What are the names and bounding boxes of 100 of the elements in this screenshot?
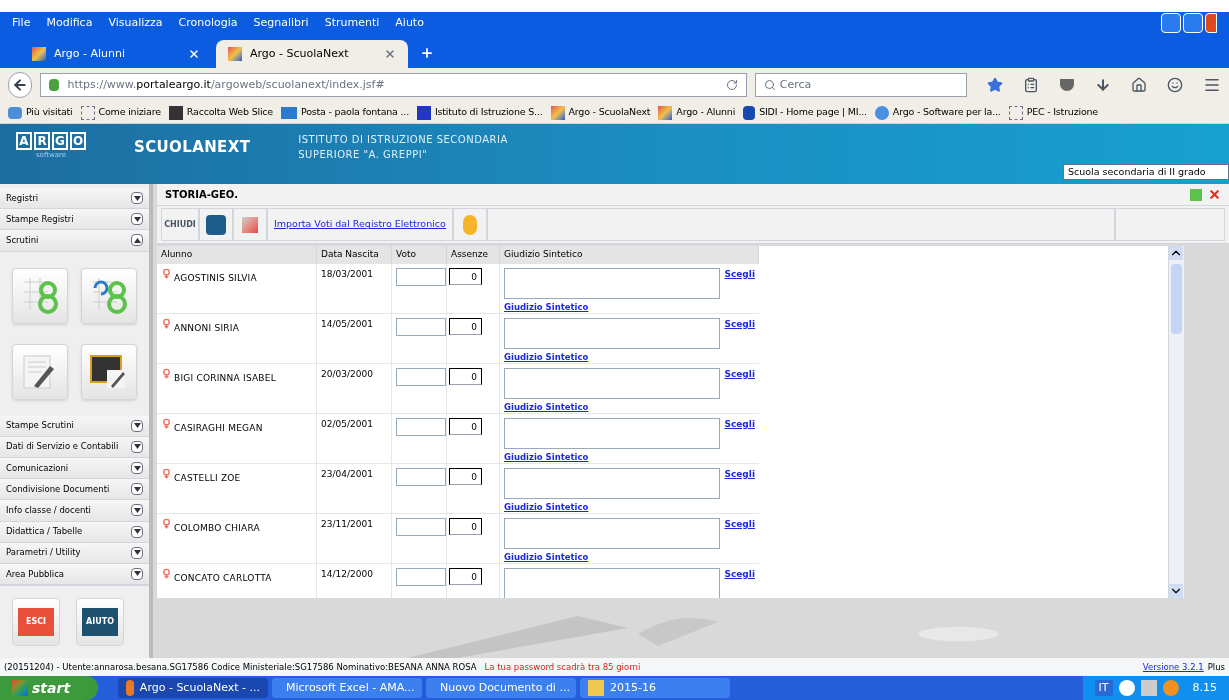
bookmark-item[interactable]: PEC - Istruzione	[1008, 105, 1098, 120]
sidebar-section[interactable]: Info classe / docenti	[0, 500, 149, 522]
grade-field[interactable]	[396, 568, 446, 586]
reload-icon[interactable]	[725, 79, 738, 91]
browser-tab[interactable]: Argo - ScuolaNext	[216, 40, 408, 68]
clipboard-icon[interactable]	[1023, 77, 1039, 93]
toggle-icon[interactable]	[131, 567, 143, 580]
menu-item[interactable]: Cronologia	[178, 14, 238, 32]
sidebar-section[interactable]: Stampe Scrutini	[0, 415, 149, 437]
back-button[interactable]	[8, 72, 33, 98]
grade-field[interactable]	[396, 368, 446, 386]
judgement-field[interactable]	[504, 368, 721, 399]
absences-field[interactable]: 0	[449, 318, 482, 335]
sidebar-section[interactable]: Dati di Servizio e Contabili	[0, 436, 149, 458]
choose-link[interactable]: Scegli	[724, 268, 755, 282]
toggle-icon[interactable]	[131, 192, 143, 205]
absences-field[interactable]: 0	[449, 418, 482, 435]
scroll-up-icon[interactable]	[1169, 246, 1183, 260]
absences-field[interactable]: 0	[449, 568, 482, 585]
taskbar-item[interactable]: Argo - ScuolaNext - ...	[118, 678, 268, 698]
bookmark-item[interactable]: Raccolta Web Slice	[168, 105, 273, 120]
scrollbar[interactable]	[1168, 246, 1184, 598]
summary-link[interactable]: Giudizio Sintetico	[504, 551, 755, 564]
menu-item[interactable]: Strumenti	[324, 14, 380, 32]
taskbar-item[interactable]: Microsoft Excel - AMA...	[272, 678, 422, 698]
grade-field[interactable]	[396, 418, 446, 436]
bookmark-item[interactable]: Più visitati	[8, 105, 73, 120]
close-icon[interactable]	[384, 48, 396, 60]
scroll-down-icon[interactable]	[1169, 584, 1183, 598]
school-type-field[interactable]: Scuola secondaria di II grado	[1063, 164, 1229, 180]
bookmark-item[interactable]: Posta - paola fontana ...	[281, 105, 409, 120]
menu-item[interactable]: File	[12, 14, 31, 32]
toggle-icon[interactable]	[131, 504, 143, 517]
menu-item[interactable]: Visualizza	[108, 14, 163, 32]
toggle-icon[interactable]	[131, 525, 143, 538]
bookmark-item[interactable]: Come iniziare	[80, 105, 161, 120]
choose-link[interactable]: Scegli	[724, 518, 755, 532]
browser-tab[interactable]: Argo - Alunni	[20, 40, 212, 68]
restore-button[interactable]	[1183, 13, 1203, 33]
sidebar-section[interactable]: Scrutini	[0, 230, 149, 252]
summary-link[interactable]: Giudizio Sintetico	[504, 401, 755, 414]
toggle-icon[interactable]	[131, 462, 143, 475]
close-button[interactable]: CHIUDI	[161, 208, 199, 241]
sidebar-section[interactable]: Condivisione Documenti	[0, 479, 149, 501]
sidebar-section[interactable]: Registri	[0, 188, 149, 210]
chat-icon[interactable]	[1167, 77, 1183, 93]
tray-icon[interactable]	[1118, 680, 1135, 696]
exit-button[interactable]: ESCI	[18, 608, 54, 637]
judgement-field[interactable]	[504, 518, 721, 549]
bookmark-item[interactable]: Argo - ScuolaNext	[550, 105, 651, 120]
refresh-grades-icon[interactable]	[80, 267, 137, 324]
toggle-icon[interactable]	[131, 546, 143, 559]
choose-link[interactable]: Scegli	[724, 318, 755, 332]
menu-item[interactable]: Segnalibri	[253, 14, 309, 32]
close-button[interactable]	[1205, 13, 1217, 33]
grade-field[interactable]	[396, 518, 446, 536]
help-button[interactable]: AIUTO	[82, 608, 118, 637]
menu-item[interactable]: Aiuto	[395, 14, 424, 32]
summary-link[interactable]: Giudizio Sintetico	[504, 451, 755, 464]
taskbar-item[interactable]: 2015-16	[580, 678, 730, 698]
toggle-icon[interactable]	[131, 483, 143, 496]
menu-icon[interactable]	[1203, 76, 1221, 94]
sidebar-section[interactable]: Area Pubblica	[0, 563, 149, 586]
close-icon[interactable]	[1208, 188, 1221, 201]
bookmark-item[interactable]: Istituto di Istruzione S...	[417, 105, 543, 120]
blackboard-icon[interactable]	[80, 343, 137, 400]
address-field[interactable]: https://www.portaleargo.it/argoweb/scuolanext/index.jsf#	[40, 73, 747, 97]
choose-link[interactable]: Scegli	[724, 368, 755, 382]
grade-field[interactable]	[396, 468, 446, 486]
toggle-icon[interactable]	[131, 213, 143, 226]
toggle-icon[interactable]	[131, 234, 143, 247]
judgement-field[interactable]	[504, 418, 721, 449]
search-field[interactable]: Cerca	[754, 73, 967, 97]
sidebar-section[interactable]: Comunicazioni	[0, 457, 149, 480]
summary-link[interactable]: Giudizio Sintetico	[504, 351, 755, 364]
language-indicator[interactable]: IT	[1094, 679, 1113, 697]
minimize-button[interactable]	[1161, 13, 1181, 33]
choose-link[interactable]: Scegli	[724, 468, 755, 482]
taskbar-item[interactable]: Nuovo Documento di ...	[426, 678, 576, 698]
toggle-icon[interactable]	[131, 440, 143, 453]
choose-link[interactable]: Scegli	[724, 418, 755, 432]
sidebar-section[interactable]: Parametri / Utility	[0, 542, 149, 564]
summary-link[interactable]: Giudizio Sintetico	[504, 501, 755, 514]
menu-item[interactable]: Modifica	[46, 14, 93, 32]
bookmark-item[interactable]: Argo - Alunni	[658, 105, 736, 120]
judgement-field[interactable]	[504, 468, 721, 499]
absences-field[interactable]: 0	[449, 468, 482, 485]
judgement-field[interactable]	[504, 318, 721, 349]
absences-field[interactable]: 0	[449, 268, 482, 285]
new-tab-icon[interactable]	[420, 46, 434, 60]
grade-field[interactable]	[396, 318, 446, 336]
bookmark-item[interactable]: SIDI - Home page | MI...	[743, 105, 867, 120]
bookmark-star-icon[interactable]	[987, 77, 1003, 93]
judgement-field[interactable]	[504, 568, 721, 598]
sidebar-section[interactable]: Didattica / Tabelle	[0, 521, 149, 543]
version-link[interactable]: Versione 3.2.1	[1142, 660, 1204, 674]
grade-field[interactable]	[396, 268, 446, 286]
pencil-document-icon[interactable]	[12, 343, 68, 400]
absences-field[interactable]: 0	[449, 368, 482, 385]
download-icon[interactable]	[1095, 77, 1111, 93]
